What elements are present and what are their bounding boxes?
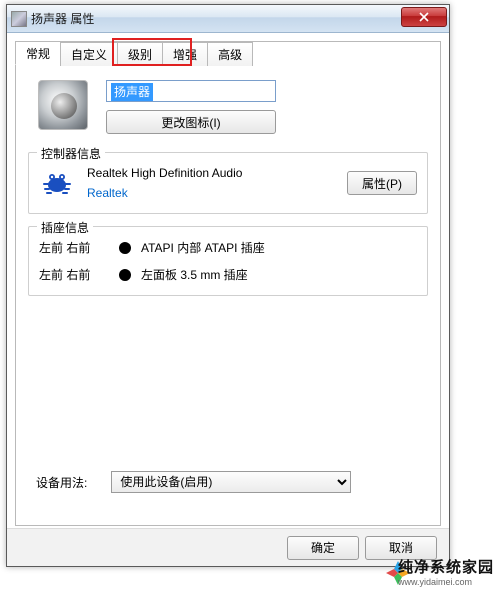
ok-button[interactable]: 确定 [287,536,359,560]
controller-legend: 控制器信息 [37,145,105,162]
controller-maker[interactable]: Realtek [87,186,335,200]
jack-position: 左前 右前 [39,239,109,256]
dialog-body: 常规 自定义 级别 增强 高级 扬声器 更改图标(I) 控制器信息 [15,41,441,526]
usage-select[interactable]: 使用此设备(启用) [111,471,351,493]
tabpage-general: 扬声器 更改图标(I) 控制器信息 [26,76,430,515]
jack-row: 左前 右前 ATAPI 内部 ATAPI 插座 [39,239,417,256]
device-name-value: 扬声器 [111,83,153,101]
titlebar: 扬声器 属性 [7,5,449,33]
tab-custom[interactable]: 自定义 [60,42,118,66]
close-icon [419,12,429,22]
watermark-main: 纯净系统家园 [398,556,494,577]
app-icon [11,11,27,27]
dialog-footer: 确定 取消 [7,528,449,566]
jack-dot-icon [119,242,131,254]
close-button[interactable] [401,7,447,27]
controller-properties-button[interactable]: 属性(P) [347,171,417,195]
jack-position: 左前 右前 [39,266,109,283]
device-name-input[interactable]: 扬声器 [106,80,276,102]
change-icon-button[interactable]: 更改图标(I) [106,110,276,134]
controller-group: 控制器信息 [28,152,428,214]
jack-desc: ATAPI 内部 ATAPI 插座 [141,239,265,256]
usage-row: 设备用法: 使用此设备(启用) [36,471,351,493]
jack-group: 插座信息 左前 右前 ATAPI 内部 ATAPI 插座 左前 右前 左面板 3… [28,226,428,296]
tab-general[interactable]: 常规 [15,41,61,65]
watermark-sub: www.yidaimei.com [398,577,494,587]
speaker-icon [38,80,88,130]
watermark: 纯净系统家园 www.yidaimei.com [398,556,494,587]
dialog-window: 扬声器 属性 常规 自定义 级别 增强 高级 扬声器 更改图标(I) [6,4,450,567]
jack-legend: 插座信息 [37,219,93,236]
window-title: 扬声器 属性 [31,10,94,27]
jack-dot-icon [119,269,131,281]
realtek-icon [39,165,75,201]
jack-row: 左前 右前 左面板 3.5 mm 插座 [39,266,417,283]
tab-levels[interactable]: 级别 [117,42,163,66]
tab-enhance[interactable]: 增强 [162,42,208,66]
controller-device: Realtek High Definition Audio [87,166,335,180]
tab-advanced[interactable]: 高级 [207,42,253,66]
usage-label: 设备用法: [36,474,87,491]
tab-strip: 常规 自定义 级别 增强 高级 [15,41,440,65]
jack-desc: 左面板 3.5 mm 插座 [141,266,248,283]
